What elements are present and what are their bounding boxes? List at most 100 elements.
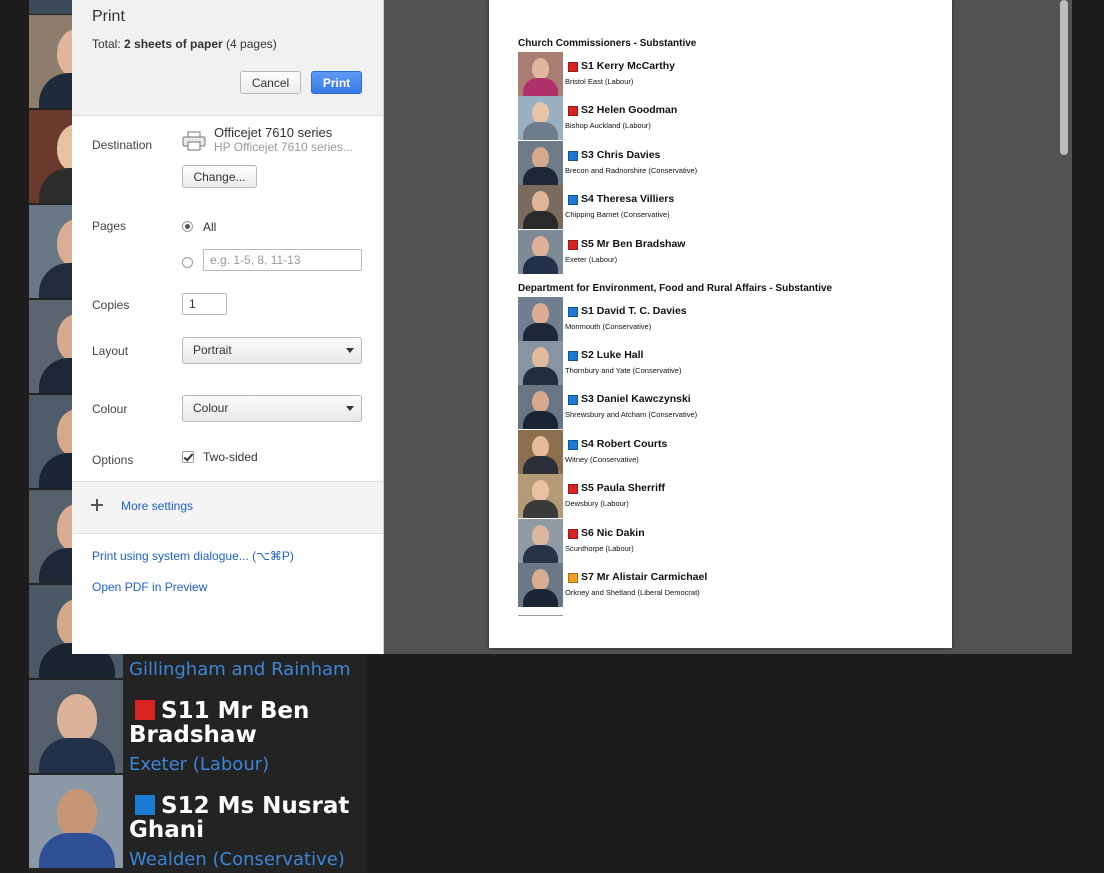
system-dialog-link[interactable]: Print using system dialogue... (⌥⌘P) [92, 549, 294, 563]
member-position: S7 [581, 571, 594, 583]
party-color-square [568, 484, 578, 494]
pages-range-radio[interactable] [182, 257, 193, 268]
two-sided-checkbox[interactable] [182, 451, 194, 463]
party-color-square [568, 351, 578, 361]
open-pdf-link[interactable]: Open PDF in Preview [92, 580, 207, 594]
member-name: S4 Robert Courts [581, 438, 667, 450]
member-photo [518, 230, 563, 274]
party-color-square [568, 573, 578, 583]
print-settings-sidebar: Print Total: 2 sheets of paper (4 pages)… [72, 0, 384, 654]
member-position: S2 [581, 104, 594, 116]
member-position: S2 [581, 349, 594, 361]
total-prefix: Total: [92, 37, 125, 51]
colour-select[interactable]: Colour [182, 395, 362, 422]
member-photo [29, 680, 123, 773]
member-name[interactable]: S11 Mr Ben Bradshaw [129, 699, 359, 747]
member-name-text: Mr Ben Bradshaw [596, 238, 686, 250]
change-destination-button[interactable]: Change... [182, 165, 257, 188]
party-color-square [568, 395, 578, 405]
member-photo [29, 775, 123, 868]
member-entry: S1 David T. C. Davies Monmouth (Conserva… [518, 297, 938, 341]
member-constituency: Exeter (Labour) [565, 255, 618, 264]
member-constituency: Witney (Conservative) [565, 455, 639, 464]
two-sided-label[interactable]: Two-sided [203, 450, 258, 464]
member-name: S3 Chris Davies [581, 149, 660, 161]
member-name-text: Mr Ben Bradshaw [129, 698, 310, 748]
member-name: S2 Luke Hall [581, 349, 643, 361]
member-name-text: Daniel Kawczynski [596, 393, 691, 405]
member-name[interactable]: S12 Ms Nusrat Ghani [129, 794, 359, 842]
member-name-text: Chris Davies [596, 149, 661, 161]
printer-model: HP Officejet 7610 series... [214, 140, 353, 154]
chevron-down-icon [346, 348, 354, 353]
member-constituency: Thornbury and Yate (Conservative) [565, 366, 682, 375]
print-button[interactable]: Print [311, 71, 362, 94]
party-color-square [135, 795, 155, 815]
more-settings-row[interactable] [72, 482, 383, 533]
member-name: S6 Nic Dakin [581, 527, 645, 539]
member-name-text: Paula Sherriff [596, 482, 666, 494]
printer-name: Officejet 7610 series [214, 125, 333, 140]
member-constituency: Orkney and Shetland (Liberal Democrat) [565, 588, 700, 597]
member-photo [518, 385, 563, 429]
member-name-text: Kerry McCarthy [596, 60, 675, 72]
cancel-button[interactable]: Cancel [240, 71, 301, 94]
member-position: S11 [161, 698, 210, 724]
page-rule [518, 615, 563, 616]
member-constituency: Bristol East (Labour) [565, 77, 634, 86]
member-name: S5 Mr Ben Bradshaw [581, 238, 685, 250]
more-settings-link[interactable]: More settings [121, 499, 193, 513]
member-name: S1 Kerry McCarthy [581, 60, 675, 72]
party-color-square [568, 106, 578, 116]
member-entry: S4 Robert Courts Witney (Conservative) [518, 430, 938, 474]
dialog-title: Print [92, 8, 125, 25]
printer-icon [182, 131, 206, 151]
pages-label: Pages [92, 219, 127, 233]
party-color-square [568, 62, 578, 72]
pages-all-radio[interactable] [182, 221, 193, 232]
member-name-text: Helen Goodman [596, 104, 678, 116]
print-total-summary: Total: 2 sheets of paper (4 pages) [92, 37, 277, 51]
copies-input[interactable] [182, 293, 227, 315]
member-constituency[interactable]: Wealden (Conservative) [129, 849, 345, 870]
member-name: S5 Paula Sherriff [581, 482, 665, 494]
member-photo [518, 96, 563, 140]
member-photo [518, 341, 563, 385]
total-sheets: 2 sheets of paper [124, 37, 223, 51]
member-name: S4 Theresa Villiers [581, 193, 674, 205]
member-name-text: Luke Hall [596, 349, 644, 361]
member-name: S7 Mr Alistair Carmichael [581, 571, 707, 583]
member-constituency[interactable]: Gillingham and Rainham [129, 659, 351, 680]
member-photo [518, 297, 563, 341]
member-entry: S1 Kerry McCarthy Bristol East (Labour) [518, 52, 938, 96]
member-constituency[interactable]: Exeter (Labour) [129, 754, 269, 775]
member-constituency: Chipping Barnet (Conservative) [565, 210, 670, 219]
page-scrollbar-thumb[interactable] [1060, 0, 1068, 155]
pages-range-input[interactable] [203, 249, 362, 271]
total-pages: (4 pages) [222, 37, 277, 51]
member-photo [518, 519, 563, 563]
member-photo [518, 430, 563, 474]
colour-label: Colour [92, 402, 128, 416]
member-name: S3 Daniel Kawczynski [581, 393, 691, 405]
party-color-square [568, 440, 578, 450]
member-name-text: Mr Alistair Carmichael [596, 571, 708, 583]
member-position: S5 [581, 238, 594, 250]
destination-label: Destination [92, 138, 153, 152]
colour-value: Colour [193, 401, 229, 415]
member-position: S6 [581, 527, 594, 539]
member-name: S1 David T. C. Davies [581, 305, 687, 317]
layout-select[interactable]: Portrait [182, 337, 362, 364]
member-photo [518, 474, 563, 518]
member-photo [518, 563, 563, 607]
member-name: S2 Helen Goodman [581, 104, 677, 116]
section-heading: Church Commissioners - Substantive [518, 38, 697, 49]
pages-all-label[interactable]: All [203, 220, 216, 234]
print-header: Print Total: 2 sheets of paper (4 pages)… [72, 0, 383, 116]
member-position: S1 [581, 60, 594, 72]
member-constituency: Scunthorpe (Labour) [565, 544, 634, 553]
member-constituency: Dewsbury (Labour) [565, 499, 629, 508]
plus-icon[interactable] [91, 499, 103, 511]
member-entry: S3 Daniel Kawczynski Shrewsbury and Atch… [518, 385, 938, 429]
member-entry: S2 Luke Hall Thornbury and Yate (Conserv… [518, 341, 938, 385]
